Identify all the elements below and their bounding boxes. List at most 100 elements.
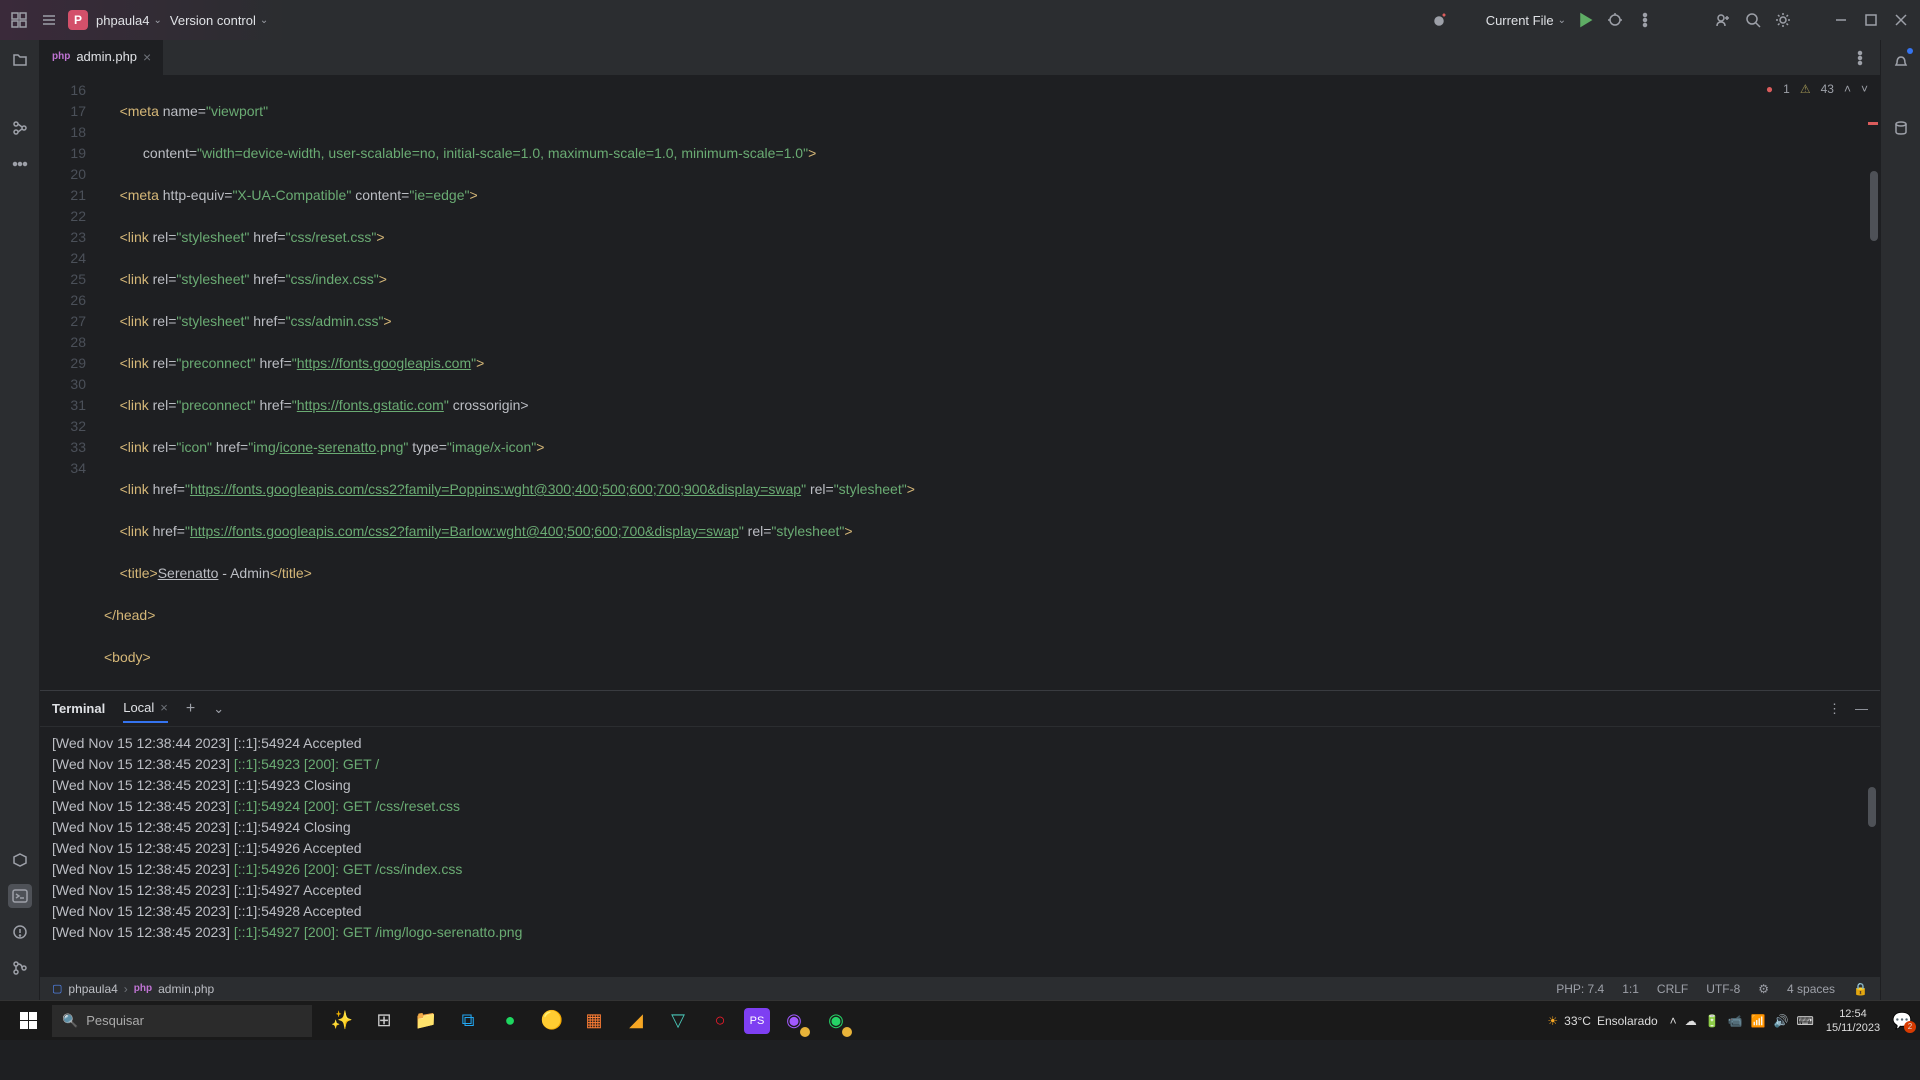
meet-now-icon[interactable]: 📹 — [1728, 1014, 1743, 1028]
right-tool-rail — [1880, 40, 1920, 1000]
task-view-icon[interactable]: ⊞ — [366, 1003, 402, 1039]
sun-icon: ☀ — [1547, 1014, 1558, 1028]
status-cursor-pos[interactable]: 1:1 — [1622, 982, 1639, 996]
structure-tool-icon[interactable] — [8, 116, 32, 140]
php-file-icon: php — [52, 51, 70, 62]
tab-filename: admin.php — [76, 49, 137, 64]
status-php-version[interactable]: PHP: 7.4 — [1556, 982, 1604, 996]
xampp-icon[interactable]: ▦ — [576, 1003, 612, 1039]
tray-chevron-icon[interactable]: ˄ — [1670, 1014, 1677, 1028]
git-tool-icon[interactable] — [8, 956, 32, 980]
code-editor[interactable]: 16171819202122232425262728293031323334 <… — [40, 76, 1880, 690]
vscode-icon[interactable]: ⧉ — [450, 1003, 486, 1039]
chevron-down-icon: ⌄ — [1558, 15, 1566, 26]
more-icon[interactable] — [1634, 9, 1656, 31]
opera-icon[interactable]: ○ — [702, 1003, 738, 1039]
error-count: 1 — [1783, 82, 1790, 96]
chrome-icon[interactable]: 🟡 — [534, 1003, 570, 1039]
messenger-icon[interactable]: ◉ — [776, 1003, 812, 1039]
project-dir-icon: ▢ — [52, 982, 62, 995]
status-line-sep[interactable]: CRLF — [1657, 982, 1688, 996]
warning-count: 43 — [1821, 82, 1834, 96]
taskbar-search[interactable]: 🔍 Pesquisar — [52, 1005, 312, 1037]
maximize-icon[interactable] — [1860, 9, 1882, 31]
shield-icon[interactable]: ▽ — [660, 1003, 696, 1039]
project-badge[interactable]: P — [68, 10, 88, 30]
code-with-me-icon[interactable] — [1712, 9, 1734, 31]
volume-icon[interactable]: 🔊 — [1774, 1014, 1789, 1028]
terminal-tab-local[interactable]: Local× — [123, 700, 168, 723]
windows-taskbar: 🔍 Pesquisar ✨ ⊞ 📁 ⧉ ● 🟡 ▦ ◢ ▽ ○ PS ◉ ◉ ☀… — [0, 1000, 1920, 1040]
tab-admin-php[interactable]: php admin.php × — [40, 40, 163, 76]
search-icon[interactable] — [1742, 9, 1764, 31]
error-indicator-icon: ● — [1766, 82, 1773, 96]
breadcrumb-project[interactable]: phpaula4 — [68, 982, 117, 996]
line-gutter: 16171819202122232425262728293031323334 — [40, 76, 96, 690]
minimize-icon[interactable] — [1830, 9, 1852, 31]
hamburger-icon[interactable] — [38, 9, 60, 31]
notifications-tray-icon[interactable]: 💬2 — [1892, 1011, 1912, 1031]
terminal-output[interactable]: [Wed Nov 15 12:38:44 2023] [::1]:54924 A… — [40, 727, 1880, 976]
terminal-dropdown-icon[interactable]: ⌄ — [213, 701, 224, 717]
php-file-icon: php — [134, 983, 152, 994]
taskbar-clock[interactable]: 12:54 15/11/2023 — [1826, 1007, 1880, 1035]
error-marker[interactable] — [1868, 122, 1878, 125]
weather-widget[interactable]: ☀ 33°C Ensolarado — [1547, 1014, 1657, 1028]
language-icon[interactable]: ⌨ — [1797, 1014, 1814, 1028]
whatsapp-icon[interactable]: ◉ — [818, 1003, 854, 1039]
status-indent[interactable]: 4 spaces — [1787, 982, 1835, 996]
phpstorm-taskbar-icon[interactable]: PS — [744, 1008, 770, 1034]
chevron-down-icon: ⌄ — [154, 15, 162, 26]
spotify-icon[interactable]: ● — [492, 1003, 528, 1039]
inspection-widget[interactable]: ● 1 ⚠ 43 ˄ ˅ — [1766, 82, 1868, 96]
chevron-up-icon[interactable]: ˄ — [1844, 82, 1851, 96]
run-icon[interactable] — [1574, 9, 1596, 31]
project-selector[interactable]: phpaula4⌄ — [96, 13, 162, 28]
breadcrumb-file[interactable]: admin.php — [158, 982, 214, 996]
run-config-selector[interactable]: Current File⌄ — [1486, 13, 1566, 28]
chevron-down-icon[interactable]: ˅ — [1861, 82, 1868, 96]
editor-tab-bar: php admin.php × — [40, 40, 1880, 76]
weather-temp: 33°C — [1564, 1014, 1591, 1028]
warning-indicator-icon: ⚠ — [1800, 82, 1811, 96]
debug-icon[interactable] — [1604, 9, 1626, 31]
minimize-terminal-icon[interactable]: — — [1855, 701, 1868, 716]
search-icon: 🔍 — [62, 1013, 78, 1029]
weather-desc: Ensolarado — [1597, 1014, 1658, 1028]
onedrive-icon[interactable]: ☁ — [1685, 1014, 1697, 1028]
project-tool-icon[interactable] — [8, 48, 32, 72]
battery-icon[interactable]: 🔋 — [1705, 1014, 1720, 1028]
terminal-more-icon[interactable]: ⋮ — [1828, 701, 1841, 717]
services-tool-icon[interactable] — [8, 848, 32, 872]
wifi-icon[interactable]: 📶 — [1751, 1014, 1766, 1028]
vcs-selector[interactable]: Version control⌄ — [170, 13, 268, 28]
terminal-title: Terminal — [52, 701, 105, 716]
status-inspections-icon[interactable]: ⚙ — [1758, 982, 1769, 996]
database-tool-icon[interactable] — [1889, 116, 1913, 140]
debug-bug-icon[interactable] — [1428, 9, 1450, 31]
close-icon[interactable] — [1890, 9, 1912, 31]
close-tab-icon[interactable]: × — [143, 49, 151, 65]
taskbar-widget-icon[interactable]: ✨ — [324, 1003, 360, 1039]
terminal-tool-icon[interactable] — [8, 884, 32, 908]
status-lock-icon[interactable]: 🔒 — [1853, 982, 1868, 996]
status-bar: ▢ phpaula4 › php admin.php PHP: 7.4 1:1 … — [40, 976, 1880, 1000]
app-menu-icon[interactable] — [8, 9, 30, 31]
editor-scrollbar[interactable] — [1870, 171, 1878, 241]
tab-more-icon[interactable] — [1848, 46, 1872, 70]
status-encoding[interactable]: UTF-8 — [1706, 982, 1740, 996]
start-button[interactable] — [8, 1003, 48, 1039]
code-content[interactable]: <meta name="viewport" content="width=dev… — [96, 76, 1880, 690]
terminal-scrollbar[interactable] — [1868, 787, 1876, 827]
titlebar: P phpaula4⌄ Version control⌄ Current Fil… — [0, 0, 1920, 40]
close-terminal-tab-icon[interactable]: × — [160, 700, 168, 715]
notifications-icon[interactable] — [1889, 48, 1913, 72]
app-icon[interactable]: ◢ — [618, 1003, 654, 1039]
search-placeholder: Pesquisar — [86, 1013, 144, 1028]
settings-gear-icon[interactable] — [1772, 9, 1794, 31]
add-terminal-icon[interactable]: + — [186, 700, 195, 718]
more-tools-icon[interactable] — [8, 152, 32, 176]
problems-tool-icon[interactable] — [8, 920, 32, 944]
left-tool-rail — [0, 40, 40, 1000]
file-explorer-icon[interactable]: 📁 — [408, 1003, 444, 1039]
